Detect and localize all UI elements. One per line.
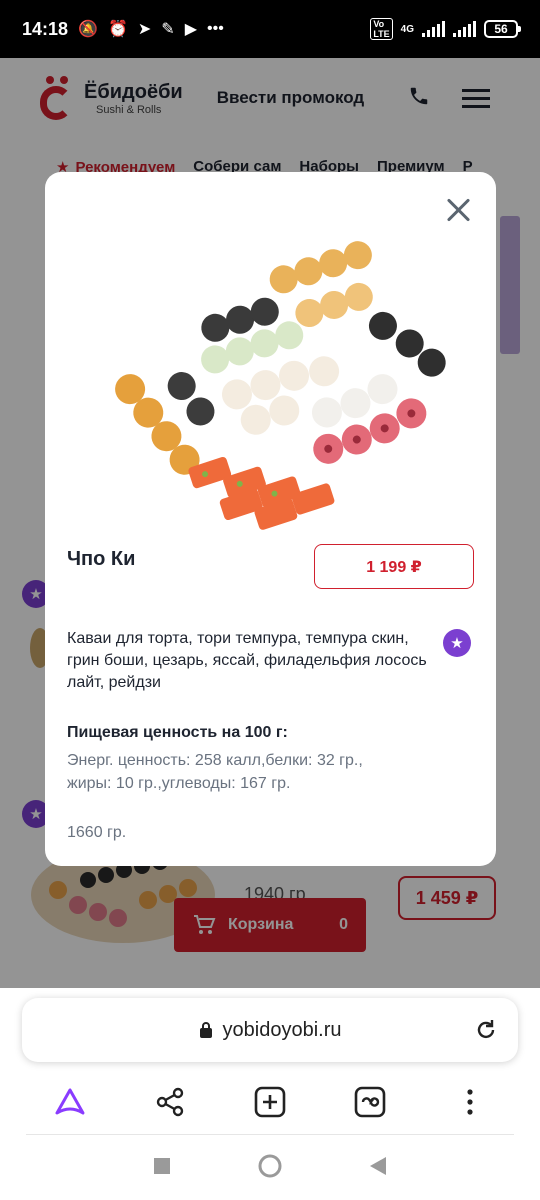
new-tab-icon[interactable] (252, 1084, 288, 1120)
nav-divider (26, 1134, 514, 1135)
volte-icon: Vo LTE (370, 18, 393, 40)
browser-bottom-nav (0, 1084, 540, 1120)
tabs-icon[interactable] (352, 1084, 388, 1120)
product-modal: Чпо Ки 1 199 ₽ Каваи для торта, тори тем… (45, 172, 496, 866)
nutrition-title: Пищевая ценность на 100 г: (67, 724, 288, 741)
lock-icon (199, 1022, 212, 1038)
battery-icon: 56 (484, 20, 521, 38)
address-bar[interactable]: yobidoyobi.ru (22, 998, 518, 1062)
product-image (115, 241, 446, 530)
notification-icons: 🔕 ⏰ ➤ ✎ ▶ ••• (78, 19, 224, 39)
app-notification-icon: ✎ (161, 21, 175, 38)
add-to-cart-price-button[interactable]: 1 199 ₽ (314, 544, 474, 589)
more-notifications-icon: ••• (207, 20, 224, 37)
product-description: Каваи для торта, тори темпура, темпура с… (67, 630, 427, 691)
close-icon[interactable] (442, 194, 474, 226)
mute-icon: 🔕 (78, 21, 98, 38)
alice-assistant-icon[interactable] (52, 1084, 88, 1120)
system-nav-bar (0, 1148, 540, 1188)
recents-icon[interactable] (153, 1157, 171, 1180)
signal-icon (422, 21, 445, 37)
product-name: Чпо Ки (67, 548, 136, 570)
alarm-icon: ⏰ (107, 21, 128, 38)
nutrition-line-1: Энерг. ценность: 258 калл,белки: 32 гр., (67, 752, 363, 769)
signal-2-icon (453, 21, 476, 37)
browser-chrome: yobidoyobi.ru (0, 988, 540, 1200)
back-icon[interactable] (369, 1156, 387, 1181)
product-weight: 1660 гр. (67, 824, 127, 841)
home-icon[interactable] (258, 1154, 282, 1183)
share-icon[interactable] (152, 1084, 188, 1120)
reload-icon[interactable] (474, 1018, 498, 1042)
telegram-icon: ➤ (137, 21, 152, 38)
status-time: 14:18 (22, 18, 69, 39)
more-options-icon[interactable] (452, 1084, 488, 1120)
nutrition-line-2: жиры: 10 гр.,углеводы: 167 гр. (67, 775, 291, 792)
status-bar: 14:18 🔕 ⏰ ➤ ✎ ▶ ••• Vo LTE 4G 56 (0, 0, 540, 58)
favorite-star-icon[interactable]: ★ (443, 629, 471, 657)
play-icon: ▶ (184, 21, 198, 38)
url-text: yobidoyobi.ru (222, 1018, 342, 1041)
network-type: 4G (400, 23, 414, 35)
